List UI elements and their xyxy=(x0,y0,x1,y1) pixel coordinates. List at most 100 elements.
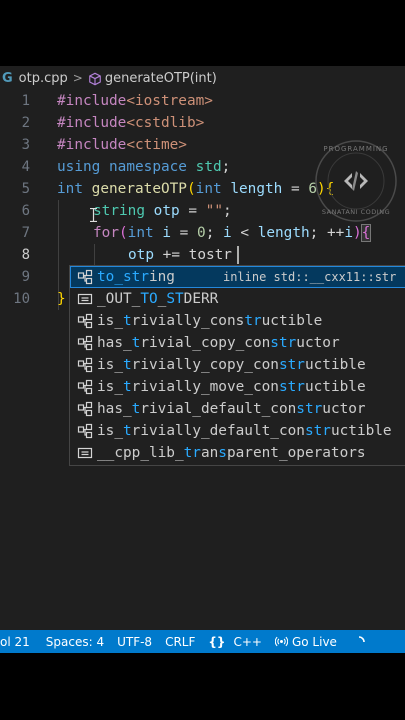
line-number: 2 xyxy=(21,115,30,131)
keyword: int xyxy=(127,225,154,241)
status-language[interactable]: {} C++ xyxy=(208,635,262,649)
variable-name: length xyxy=(257,225,310,241)
status-indentation[interactable]: Spaces: 4 xyxy=(46,635,104,649)
status-line-ending[interactable]: CRLF xyxy=(165,635,195,649)
code-line-2[interactable]: #include<cstdlib> xyxy=(57,112,204,134)
broadcast-icon xyxy=(274,635,288,648)
code-line-7[interactable]: for(int i = 0; i < length; ++i){ xyxy=(93,222,372,244)
suggestion-text: rivially_move_con xyxy=(131,379,279,395)
include-header: <iostream> xyxy=(126,93,213,109)
suggestion-text: rivially_copy_con xyxy=(131,357,279,373)
suggestion-text: has_ xyxy=(97,401,132,417)
status-cursor-position[interactable]: ol 21 xyxy=(0,635,30,649)
operator: < xyxy=(231,225,258,241)
operator: ; ++ xyxy=(309,225,345,241)
watermark-top-text: PROGRAMMING xyxy=(323,145,389,153)
suggestion-item[interactable]: is_trivially_default_constructible xyxy=(70,420,405,442)
suggestion-match: str xyxy=(304,423,331,439)
cpp-file-icon: G xyxy=(2,70,13,86)
code-line-8[interactable]: otp += tostr xyxy=(128,244,232,266)
suggestion-text: uctor xyxy=(296,335,340,351)
typed-text: += tostr xyxy=(154,247,232,263)
variable-name: otp xyxy=(128,247,154,263)
suggestion-text: rivial_copy_con xyxy=(140,335,271,351)
suggestion-text: rivially_cons xyxy=(131,313,245,329)
punctuation: ; xyxy=(222,203,232,219)
suggestion-label: _OUT_TO_STDERR xyxy=(97,291,218,307)
symbol-class-icon xyxy=(76,334,94,352)
line-number: 6 xyxy=(21,203,30,219)
keyword: int xyxy=(57,181,83,197)
watermark-bottom-text: SANATANI CODING xyxy=(321,208,391,216)
bracket: ( xyxy=(119,225,128,241)
suggestion-text: uctor xyxy=(322,401,366,417)
suggestion-text: ing xyxy=(148,269,175,285)
line-number: 1 xyxy=(21,93,30,109)
breadcrumb: G otp.cpp > generateOTP(int) xyxy=(0,66,405,90)
suggestion-item[interactable]: to_string inline std::__cxx11::str xyxy=(70,266,405,288)
suggestion-label: to_string xyxy=(97,269,175,285)
editor[interactable]: G otp.cpp > generateOTP(int) 1 2 3 4 5 6… xyxy=(0,66,405,630)
suggestion-text: is_ xyxy=(97,313,123,329)
suggestion-item[interactable]: _OUT_TO_STDERR xyxy=(70,288,405,310)
code-line-3[interactable]: #include<ctime> xyxy=(57,134,187,156)
suggestion-match: str xyxy=(278,357,305,373)
bracket: ) xyxy=(353,225,362,241)
include-header: <cstdlib> xyxy=(126,115,205,131)
variable-name: i xyxy=(223,225,232,241)
breadcrumb-symbol[interactable]: generateOTP(int) xyxy=(105,71,217,86)
code-line-4[interactable]: using namespace std; xyxy=(57,156,230,178)
brace: } xyxy=(57,291,66,307)
line-number: 10 xyxy=(13,291,30,307)
suggestion-match: t xyxy=(123,379,132,395)
line-number: 7 xyxy=(21,225,30,241)
suggestion-text: uctible xyxy=(304,379,366,395)
go-live-button[interactable]: Go Live xyxy=(274,634,337,649)
punctuation: ; xyxy=(221,159,231,175)
variable-name: i xyxy=(344,225,353,241)
suggestion-match: t xyxy=(123,423,132,439)
line-number: 3 xyxy=(21,137,30,153)
suggestion-text: an xyxy=(200,445,219,461)
symbol-class-icon xyxy=(76,422,94,440)
ibeam-cursor-icon xyxy=(90,207,97,223)
suggestion-match: t xyxy=(123,313,132,329)
suggestion-item[interactable]: __cpp_lib_transparent_operators xyxy=(70,442,405,464)
status-encoding[interactable]: UTF-8 xyxy=(117,635,152,649)
breadcrumb-file[interactable]: otp.cpp xyxy=(19,71,68,86)
loading-spinner-icon xyxy=(352,635,366,649)
suggestion-item[interactable]: has_trivial_default_constructor xyxy=(70,398,405,420)
preprocessor-directive: #include xyxy=(57,137,127,153)
go-live-label: Go Live xyxy=(291,634,337,649)
operator: = xyxy=(171,225,198,241)
number-literal: 0 xyxy=(197,225,206,241)
code-line-10[interactable]: } xyxy=(57,288,66,310)
include-header: <ctime> xyxy=(126,137,187,153)
suggestion-item[interactable]: is_trivially_copy_constructible xyxy=(70,354,405,376)
code-line-1[interactable]: #include<iostream> xyxy=(57,90,213,112)
keyword: namespace xyxy=(109,159,187,175)
line-number: 4 xyxy=(21,159,30,175)
string-literal: "" xyxy=(205,203,223,219)
code-line-6[interactable]: string otp = ""; xyxy=(93,200,232,222)
suggestion-list[interactable]: to_string inline std::__cxx11::str_OUT_TO… xyxy=(69,265,405,466)
operator: = xyxy=(179,203,206,219)
suggestion-item[interactable]: is_trivially_constructible xyxy=(70,310,405,332)
suggestion-item[interactable]: is_trivially_move_constructible xyxy=(70,376,405,398)
suggestion-text: rivial_default_con xyxy=(140,401,297,417)
suggestion-match: tr xyxy=(183,445,201,461)
suggestion-label: is_trivially_move_constructible xyxy=(97,379,366,395)
suggestion-item[interactable]: has_trivial_copy_constructor xyxy=(70,332,405,354)
brace: { xyxy=(360,224,372,242)
variable-name: otp xyxy=(153,203,180,219)
suggestion-match: t xyxy=(123,357,132,373)
suggestion-text: uctible xyxy=(261,313,323,329)
code-line-5[interactable]: int generateOTP(int length = 6){ xyxy=(57,178,334,200)
function-name: generateOTP xyxy=(91,181,187,197)
suggestion-text: is_ xyxy=(97,379,123,395)
method-cube-icon xyxy=(88,72,101,86)
bracket: ( xyxy=(186,181,196,197)
symbol-class-icon xyxy=(76,356,94,374)
symbol-class-icon xyxy=(76,400,94,418)
symbol-constant-icon xyxy=(76,290,94,308)
